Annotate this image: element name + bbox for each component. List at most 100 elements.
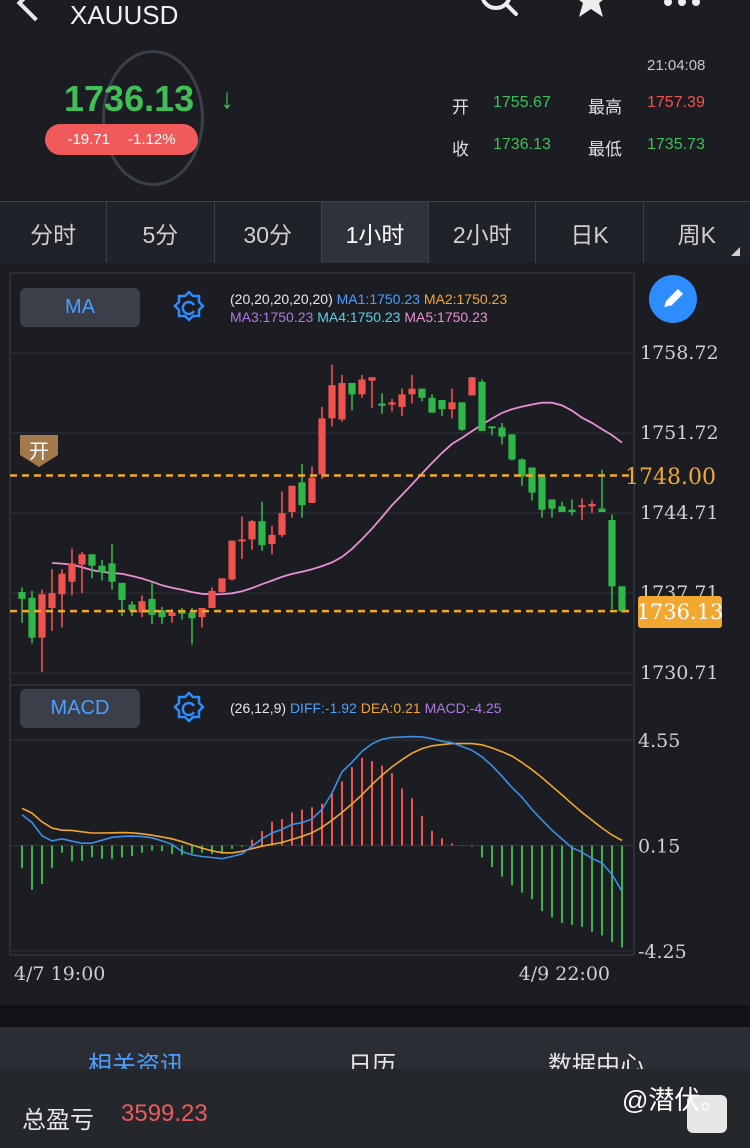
- candle-body: [338, 382, 346, 420]
- candle-body: [428, 397, 436, 413]
- candle-body: [568, 509, 576, 513]
- candle-body: [498, 427, 506, 437]
- tab-fenshi[interactable]: 分时: [0, 202, 108, 264]
- candle-body: [508, 434, 516, 460]
- candle-body: [218, 578, 226, 593]
- candle-body: [208, 590, 216, 608]
- tab-30min[interactable]: 30分: [215, 202, 322, 264]
- candle-body: [348, 382, 356, 395]
- price-axis: 1758.721751.721744.711737.711730.714.550…: [638, 342, 719, 963]
- news-tab-related[interactable]: 相关资讯: [88, 1045, 184, 1069]
- candle-body: [458, 402, 466, 430]
- candle-body: [198, 607, 206, 618]
- candle-body: [228, 540, 236, 580]
- change-value: -19.71: [67, 131, 110, 148]
- low-value: 1735.73: [647, 136, 705, 153]
- macd-tick-label: 0.15: [638, 836, 680, 858]
- tab-1hour[interactable]: 1小时: [321, 202, 430, 264]
- tab-2hour[interactable]: 2小时: [429, 202, 537, 264]
- candle-body: [318, 418, 326, 475]
- candle-body: [488, 426, 496, 429]
- price-tick-label: 1730.71: [640, 662, 719, 684]
- candle-body: [58, 573, 66, 595]
- candle-body: [448, 402, 456, 410]
- open-marker-label: 开: [29, 441, 49, 463]
- candle-body: [248, 521, 256, 540]
- ma-settings-gear-icon[interactable]: [170, 289, 208, 327]
- corner-triangle-icon: [730, 247, 740, 256]
- pnl-label: 总盈亏: [22, 1107, 94, 1134]
- pencil-icon: [663, 289, 683, 309]
- candles: [18, 364, 626, 672]
- candle-body: [88, 554, 96, 566]
- candle-body: [288, 485, 296, 513]
- ma2-value: MA2:1750.23: [423, 291, 508, 307]
- candle-body: [528, 467, 536, 493]
- quote-header: XAUUSD 1736.13 ↓ -19.71 -1.12% 21:04:08 …: [0, 0, 750, 200]
- ma-curve: [51, 401, 623, 596]
- macd-series: [21, 735, 623, 948]
- arrow-down-icon: ↓: [220, 83, 234, 114]
- candle-body: [598, 508, 606, 513]
- news-tab-calendar[interactable]: 日历: [348, 1045, 396, 1069]
- star-icon[interactable]: [568, 0, 614, 22]
- candle-body: [68, 563, 76, 582]
- ma5-value: MA5:1750.23: [404, 309, 488, 325]
- candle-body: [148, 598, 156, 615]
- candle-body: [468, 377, 476, 396]
- news-tab-data-center[interactable]: 数据中心: [548, 1045, 644, 1069]
- candle-body: [418, 388, 426, 398]
- candle-body: [358, 379, 366, 395]
- macd-settings-gear-icon[interactable]: [170, 690, 208, 728]
- tab-daily[interactable]: 日K: [536, 202, 644, 264]
- tab-5min[interactable]: 5分: [107, 202, 215, 264]
- ma-line: [51, 401, 623, 596]
- candle-body: [608, 520, 616, 587]
- open-marker: 开: [20, 435, 58, 467]
- ma-legend-row2: MA3:1750.23 MA4:1750.23 MA5:1750.23: [230, 309, 488, 325]
- candle-body: [298, 482, 306, 506]
- back-arrow-icon[interactable]: [16, 0, 54, 22]
- x-label-end: 4/9 22:00: [519, 963, 610, 985]
- candle-body: [478, 381, 486, 431]
- more-icon[interactable]: [660, 0, 704, 10]
- macd-tick-label: -4.25: [638, 941, 687, 963]
- search-icon[interactable]: [476, 0, 522, 24]
- ma1-value: MA1:1750.23: [336, 291, 420, 307]
- macd-params: (26,12,9): [230, 700, 287, 716]
- kline-chart[interactable]: 1758.721751.721744.711737.711730.714.550…: [0, 263, 750, 1005]
- change-percent: -1.12%: [128, 131, 176, 148]
- candle-body: [128, 604, 136, 611]
- macd-indicator-button[interactable]: MACD: [20, 689, 140, 728]
- open-value: 1755.67: [493, 94, 551, 111]
- current-price-tag-label: 1736.13: [637, 600, 724, 624]
- candle-body: [28, 597, 36, 638]
- candle-body: [38, 594, 46, 638]
- candle-body: [518, 459, 526, 477]
- candle-body: [118, 582, 126, 600]
- candle-body: [558, 506, 566, 513]
- candle-body: [388, 402, 396, 405]
- candle-body: [78, 554, 86, 565]
- current-price: 1736.13: [64, 78, 195, 119]
- low-label: 最低: [588, 140, 622, 159]
- change-badge: -19.71 -1.12%: [45, 124, 198, 155]
- tab-weekly[interactable]: 周K: [644, 202, 750, 264]
- ma3-value: MA3:1750.23: [230, 309, 314, 325]
- quote-time: 21:04:08: [647, 57, 706, 74]
- edit-pencil-button[interactable]: [649, 275, 697, 323]
- candle-body: [168, 612, 176, 616]
- close-value: 1736.13: [493, 136, 551, 153]
- open-label: 开: [452, 98, 469, 117]
- pnl-value: 3599.23: [121, 1100, 208, 1127]
- candle-body: [538, 476, 546, 510]
- price-tick-label: 1744.71: [640, 502, 719, 524]
- candle-body: [98, 565, 106, 573]
- candle-body: [398, 394, 406, 407]
- price-tick-label: 1751.72: [640, 422, 719, 444]
- candle-body: [378, 403, 386, 406]
- ma-params: (20,20,20,20,20): [230, 291, 333, 307]
- ma4-value: MA4:1750.23: [317, 309, 401, 325]
- ma-indicator-button[interactable]: MA: [20, 288, 140, 327]
- symbol-title: XAUUSD: [70, 0, 179, 30]
